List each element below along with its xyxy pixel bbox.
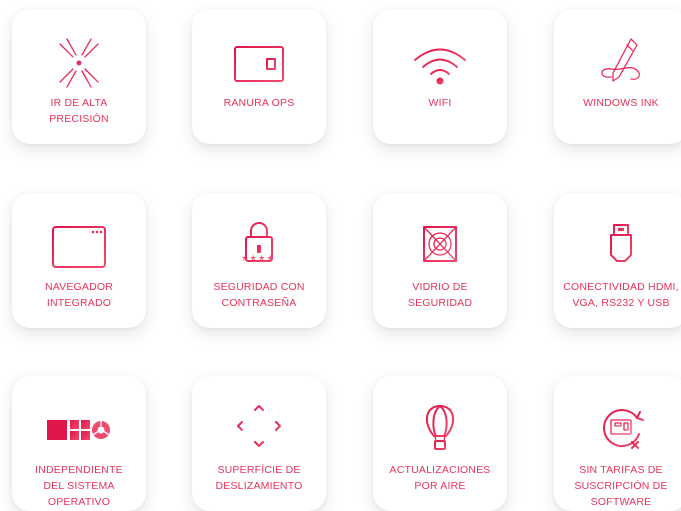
feature-label: NAVEGADOR INTEGRADO bbox=[44, 281, 114, 309]
feature-label: IR DE ALTA PRECISIÓN bbox=[49, 97, 109, 125]
feature-card-wifi: WIFI bbox=[373, 9, 507, 144]
password-mask: **** bbox=[242, 252, 276, 268]
feature-label: ACTUALIZACIONES POR AIRE bbox=[389, 464, 491, 492]
wifi-icon bbox=[410, 33, 470, 93]
pen-icon bbox=[591, 33, 651, 93]
browser-window-icon bbox=[49, 217, 109, 277]
laser-icon bbox=[49, 33, 109, 93]
feature-card-safety-glass: VIDRIO DE SEGURIDAD bbox=[373, 193, 507, 328]
feature-card-connectivity: CONECTIVIDAD HDMI, VGA, RS232 Y USB bbox=[554, 193, 681, 328]
no-subscription-icon bbox=[591, 400, 651, 460]
feature-label: INDEPENDIENTE DEL SISTEMA OPERATIVO bbox=[35, 464, 123, 508]
feature-label: **** SEGURIDAD CON CONTRASEÑA bbox=[192, 253, 326, 311]
feature-label: WIFI bbox=[428, 97, 452, 109]
feature-card-windows-ink: WINDOWS INK bbox=[554, 9, 681, 144]
feature-label: WINDOWS INK bbox=[583, 97, 659, 109]
feature-label: VIDRIO DE SEGURIDAD bbox=[407, 281, 473, 309]
hot-air-balloon-icon bbox=[410, 400, 470, 460]
feature-label: SIN TARIFAS DE SUSCRIPCIÓN DE SOFTWARE bbox=[574, 464, 668, 508]
feature-label: CONECTIVIDAD HDMI, VGA, RS232 Y USB bbox=[563, 281, 679, 309]
hdmi-connector-icon bbox=[591, 217, 651, 277]
swipe-arrows-icon bbox=[229, 400, 289, 460]
os-logos-icon bbox=[47, 400, 110, 460]
feature-card-no-subscription: SIN TARIFAS DE SUSCRIPCIÓN DE SOFTWARE bbox=[554, 376, 681, 511]
feature-label: RANURA OPS bbox=[223, 97, 295, 109]
feature-card-ir-precision: IR DE ALTA PRECISIÓN bbox=[12, 9, 146, 144]
feature-label: SUPERFÍCIE DE DESLIZAMIENTO bbox=[215, 464, 303, 492]
feature-card-ota-updates: ACTUALIZACIONES POR AIRE bbox=[373, 376, 507, 511]
feature-card-os-independent: INDEPENDIENTE DEL SISTEMA OPERATIVO bbox=[12, 376, 146, 511]
feature-card-password: **** SEGURIDAD CON CONTRASEÑA bbox=[192, 193, 326, 328]
feature-card-browser: NAVEGADOR INTEGRADO bbox=[12, 193, 146, 328]
feature-card-swipe: SUPERFÍCIE DE DESLIZAMIENTO bbox=[192, 376, 326, 511]
feature-card-ops-slot: RANURA OPS bbox=[192, 9, 326, 144]
safety-glass-icon bbox=[410, 217, 470, 277]
ops-slot-icon bbox=[229, 33, 289, 93]
